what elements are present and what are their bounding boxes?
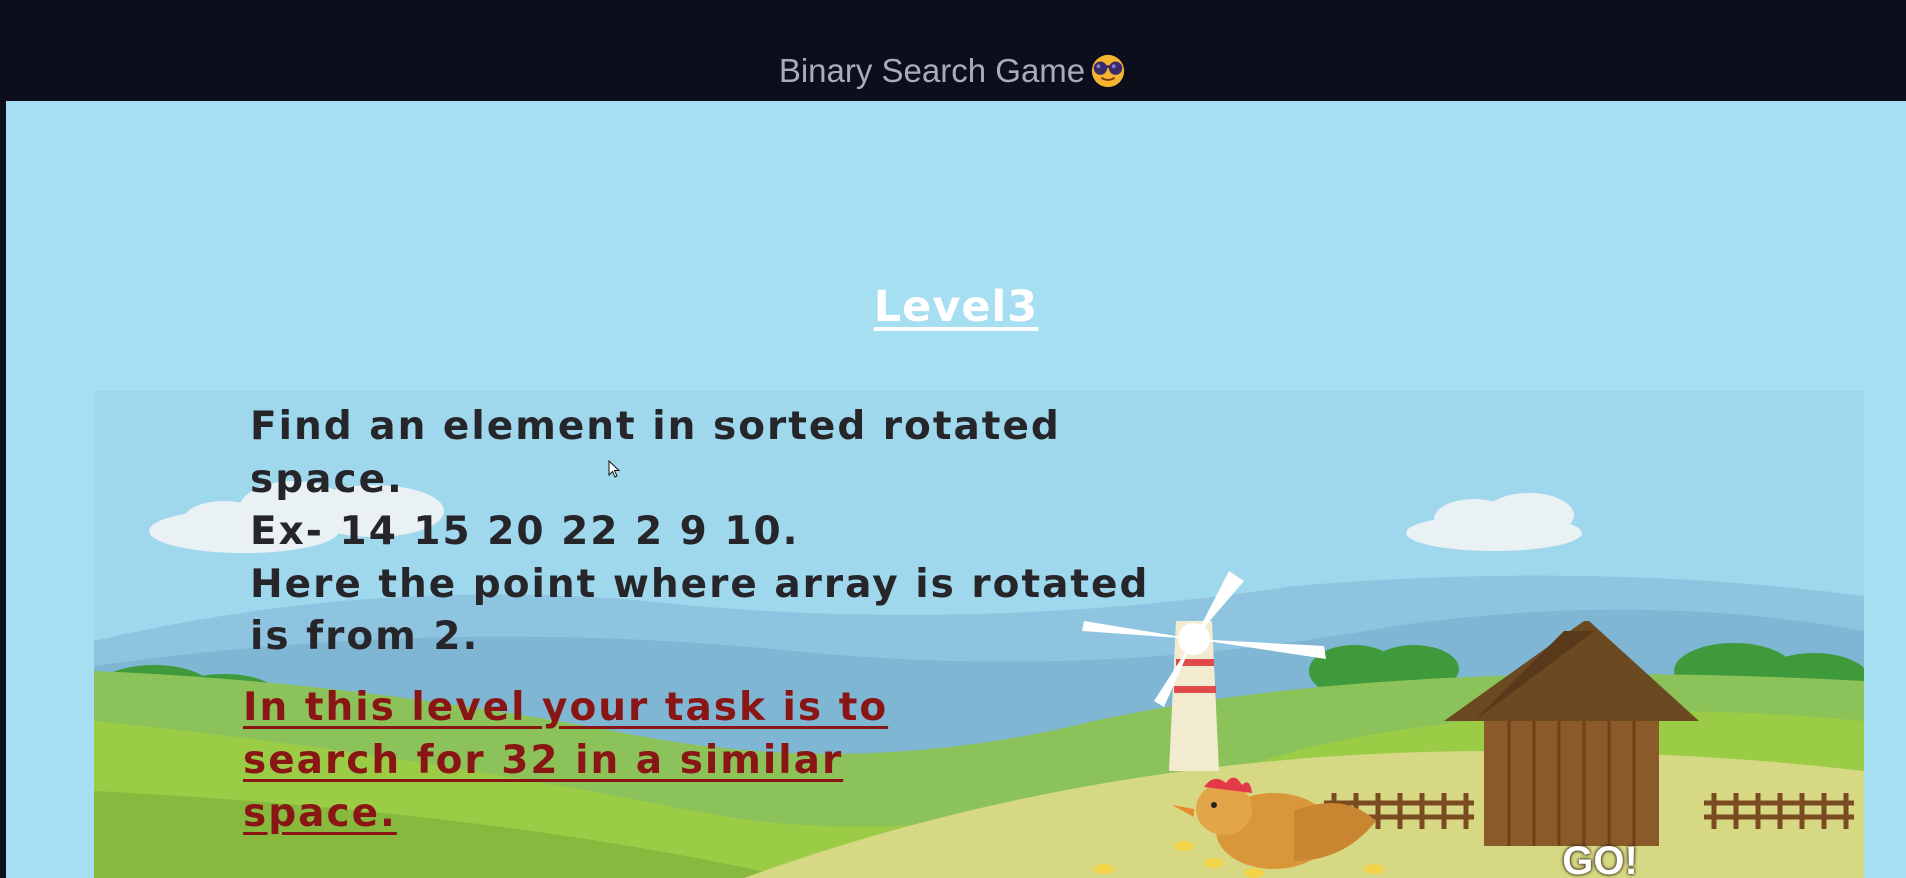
task-line: In this level your task is to	[243, 685, 889, 730]
description-line: Ex- 14 15 20 22 2 9 10.	[250, 509, 800, 554]
app-title-text: Binary Search Game	[778, 52, 1086, 89]
app-title: Binary Search Game	[0, 52, 1906, 90]
go-button[interactable]: GO!	[1548, 833, 1652, 878]
game-area: Level3 Find an element in sorted rotated…	[6, 101, 1906, 878]
level-title: Level3	[873, 282, 1039, 332]
title-bar: Binary Search Game	[0, 0, 1906, 101]
description-line: Find an element in sorted rotated	[250, 404, 1061, 449]
cloud-right	[1406, 493, 1582, 551]
task-instructions: In this level your task is to search for…	[243, 681, 963, 840]
sunglasses-emoji-icon	[1092, 54, 1125, 88]
description-line: Here the point where array is rotated	[250, 561, 1150, 607]
task-line: search for 32 in a similar	[243, 738, 844, 783]
task-line: space.	[243, 791, 397, 836]
level-panel: Find an element in sorted rotated space.…	[94, 391, 1864, 878]
mouse-cursor-icon	[608, 460, 621, 478]
description-line: is from 2.	[250, 614, 480, 659]
description-line: space.	[250, 456, 404, 502]
level-description: Find an element in sorted rotated space.…	[250, 401, 1150, 664]
